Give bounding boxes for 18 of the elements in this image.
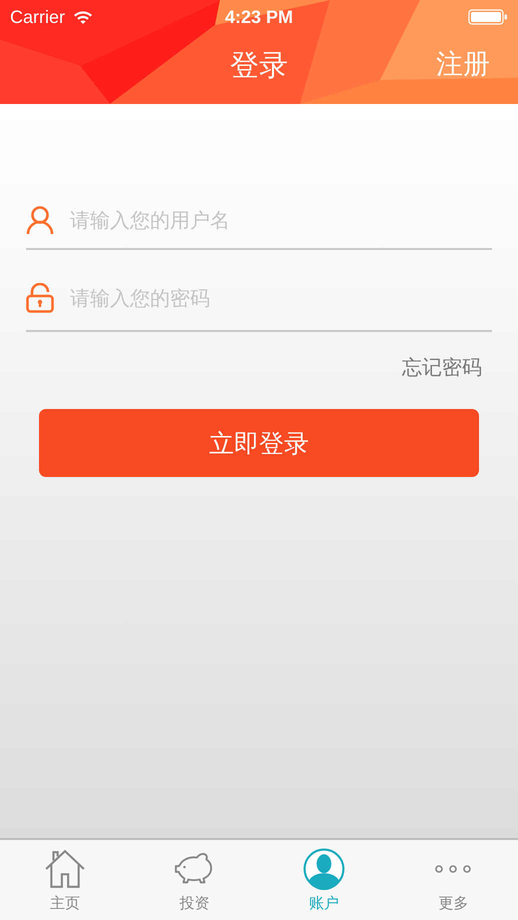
login-button[interactable]: 立即登录 xyxy=(39,409,479,477)
register-button[interactable]: 注册 xyxy=(436,46,490,82)
tab-bar-item[interactable]: 投资 xyxy=(130,840,259,920)
tab-bar-item[interactable]: 账户 xyxy=(259,840,388,920)
status-time: 4:23 PM xyxy=(224,6,294,28)
lock-icon xyxy=(26,283,54,313)
more-icon xyxy=(435,864,472,872)
person-icon xyxy=(26,205,54,235)
battery-icon xyxy=(468,9,508,25)
username-field[interactable]: 请输入您的用户名 xyxy=(68,207,492,233)
carrier-text: Carrier xyxy=(10,6,66,28)
house-icon xyxy=(44,848,86,890)
tab-bar-item[interactable]: 更多 xyxy=(388,840,518,920)
profile-icon xyxy=(302,848,345,890)
page-title: 登录 xyxy=(230,47,288,84)
tab-bar-item[interactable]: 主页 xyxy=(0,840,130,920)
forgot-password-link[interactable]: 忘记密码 xyxy=(402,354,482,381)
wifi-icon xyxy=(73,10,94,24)
